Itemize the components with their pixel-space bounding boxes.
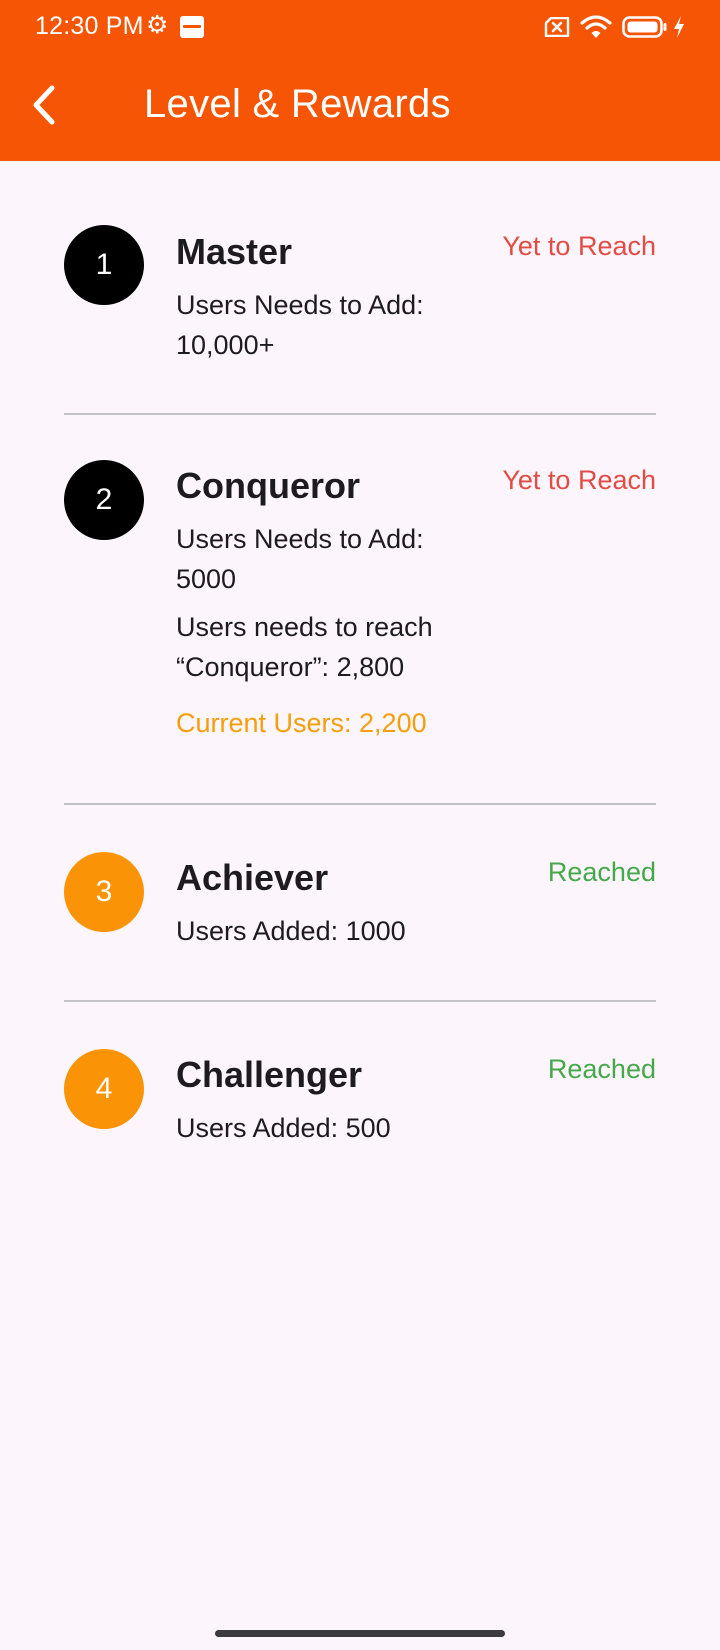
wifi-icon	[580, 15, 612, 38]
page-title: Level & Rewards	[144, 82, 451, 126]
level-item-master[interactable]: 1 Master Yet to Reach Users Needs to Add…	[64, 161, 656, 415]
level-name: Conqueror	[176, 465, 360, 506]
chevron-left-icon	[33, 85, 55, 125]
level-item-achiever[interactable]: 3 Achiever Reached Users Added: 1000	[64, 805, 656, 1002]
level-status: Reached	[547, 1054, 656, 1084]
level-number-badge: 3	[64, 852, 144, 932]
level-name: Master	[176, 231, 293, 272]
level-status: Reached	[547, 857, 656, 887]
levels-list: 1 Master Yet to Reach Users Needs to Add…	[64, 161, 656, 1182]
level-status: Yet to Reach	[502, 465, 656, 495]
level-name: Achiever	[176, 857, 329, 898]
no-sim-icon	[544, 17, 570, 37]
back-button[interactable]	[24, 80, 68, 130]
level-number-badge: 1	[64, 225, 144, 305]
level-item-challenger[interactable]: 4 Challenger Reached Users Added: 500	[64, 1002, 656, 1182]
home-indicator[interactable]	[215, 1630, 505, 1637]
level-detail-line: “Conqueror”: 2,800	[176, 652, 405, 682]
level-detail-line: Users needs to reach	[176, 612, 433, 642]
gear-icon: ⚙	[146, 11, 169, 39]
status-time: 12:30 PM	[35, 12, 144, 40]
current-users-text: Current Users: 2,200	[176, 708, 427, 738]
level-name: Challenger	[176, 1054, 363, 1095]
app-notification-icon	[180, 16, 204, 38]
level-detail-line: 10,000+	[176, 330, 275, 360]
level-item-conqueror[interactable]: 2 Conqueror Yet to Reach Users Needs to …	[64, 415, 656, 805]
level-status: Yet to Reach	[502, 231, 656, 261]
level-detail-line: 5000	[176, 564, 237, 594]
level-detail-line: Users Added: 1000	[176, 916, 406, 946]
battery-icon	[622, 16, 667, 38]
level-number-badge: 4	[64, 1049, 144, 1129]
charging-bolt-icon	[674, 16, 684, 38]
level-number-badge: 2	[64, 460, 144, 540]
status-bar: 12:30 PM ⚙	[0, 0, 720, 54]
level-detail-line: Users Needs to Add:	[176, 290, 424, 320]
level-detail-line: Users Added: 500	[176, 1113, 391, 1143]
level-detail-line: Users Needs to Add:	[176, 524, 424, 554]
